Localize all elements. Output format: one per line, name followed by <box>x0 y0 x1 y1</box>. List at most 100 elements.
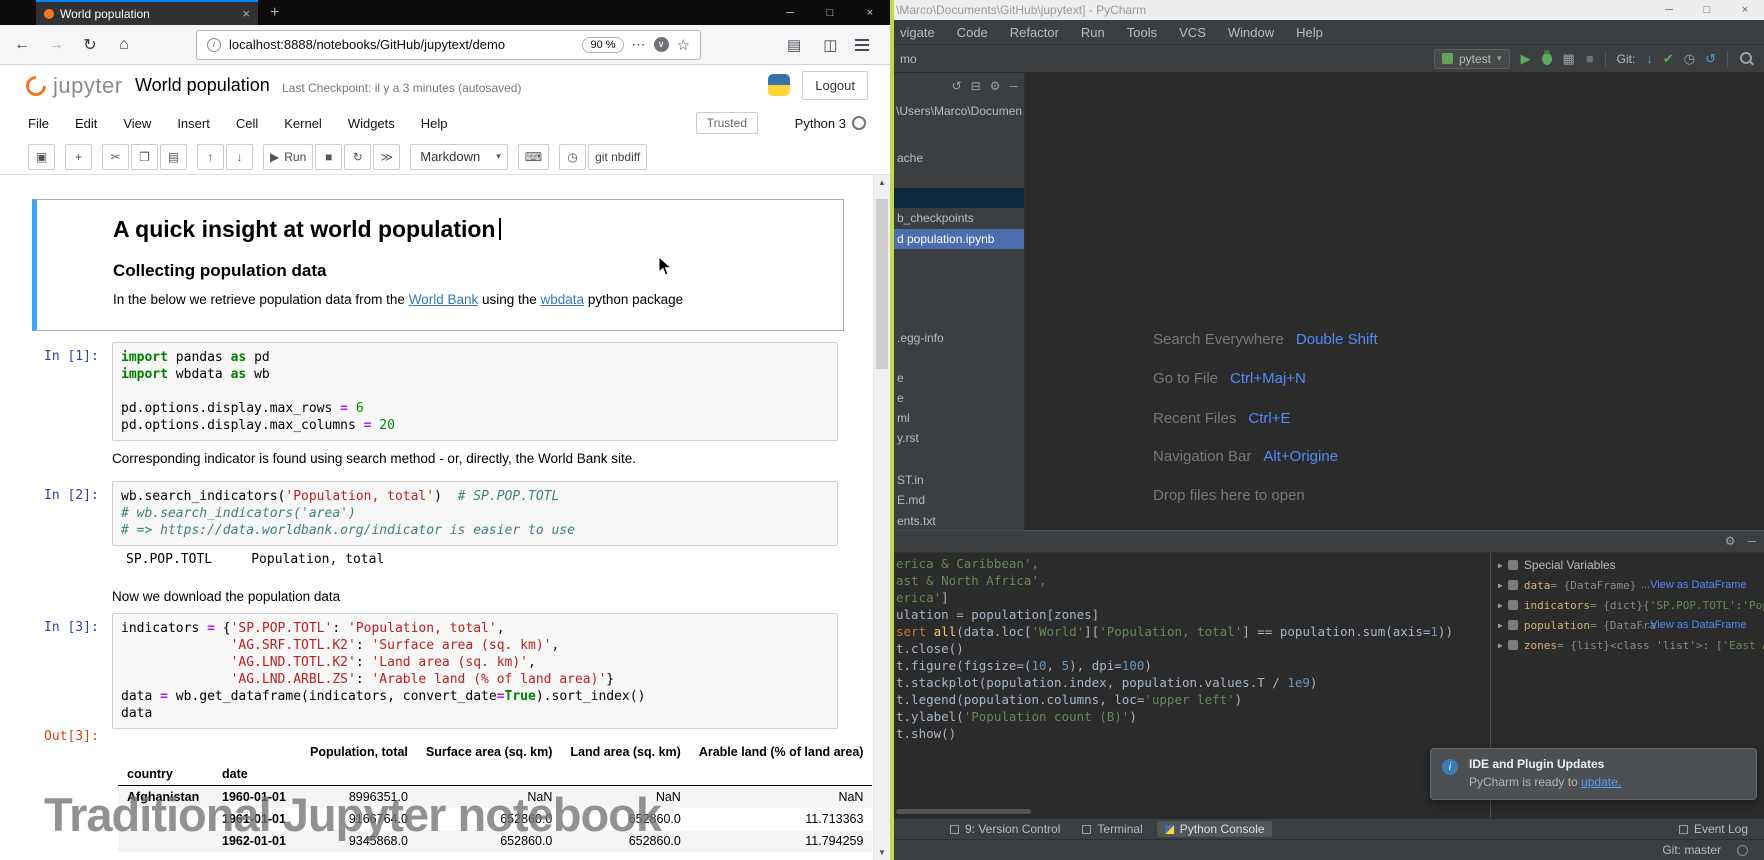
commit-changes-icon[interactable]: ✔ <box>1663 51 1674 67</box>
python-console-output[interactable]: erica & Caribbean',ast & North Africa',e… <box>894 553 1490 818</box>
tool-button-event-log[interactable]: Event Log <box>1671 821 1756 837</box>
project-tree-item[interactable]: b_checkpoints <box>894 208 1024 228</box>
scroll-down-icon[interactable]: ▼ <box>874 845 890 860</box>
project-tree-item[interactable]: .egg-info <box>894 328 1024 348</box>
menu-kernel[interactable]: Kernel <box>284 116 322 131</box>
notebook-area[interactable]: A quick insight at world population Coll… <box>0 175 890 860</box>
scrollbar-thumb[interactable] <box>876 199 888 369</box>
search-everywhere-icon[interactable] <box>1739 51 1754 66</box>
project-tree-item[interactable]: ache <box>894 148 1024 168</box>
project-tree-item[interactable]: ml <box>894 408 1024 428</box>
forward-button[interactable]: → <box>42 31 70 59</box>
code-cell-3[interactable]: indicators = {'SP.POP.TOTL': 'Population… <box>112 613 838 729</box>
notification-popup[interactable]: i IDE and Plugin Updates PyCharm is read… <box>1430 748 1757 800</box>
tab-close-icon[interactable]: × <box>242 6 250 21</box>
update-project-icon[interactable]: ↓ <box>1646 51 1653 66</box>
site-info-icon[interactable]: i <box>207 38 221 52</box>
menu-vigate[interactable]: vigate <box>900 25 935 40</box>
console-hscrollbar-thumb[interactable] <box>896 809 1031 814</box>
view-as-dataframe-link[interactable]: ...View as DataFrame <box>1641 619 1747 631</box>
menu-file[interactable]: File <box>28 116 49 131</box>
menu-insert[interactable]: Insert <box>177 116 210 131</box>
run-configuration-select[interactable]: pytest ▾ <box>1434 49 1510 69</box>
trusted-badge[interactable]: Trusted <box>696 112 758 134</box>
logout-button[interactable]: Logout <box>802 71 868 100</box>
variable-row[interactable]: ▶zones = {list} <class 'list'>: ['East A… <box>1491 635 1764 655</box>
hide-panel-icon[interactable]: ─ <box>1009 79 1018 93</box>
tool-button--version-control[interactable]: 9: Version Control <box>942 821 1068 837</box>
menu-cell[interactable]: Cell <box>236 116 258 131</box>
back-button[interactable]: ← <box>8 31 36 59</box>
menu-refactor[interactable]: Refactor <box>1010 25 1059 40</box>
menu-edit[interactable]: Edit <box>75 116 97 131</box>
notebook-scrollbar[interactable]: ▲ ▼ <box>873 175 890 860</box>
window-close-button[interactable]: × <box>1726 0 1764 20</box>
code-cell-2[interactable]: wb.search_indicators('Population, total'… <box>112 481 838 546</box>
home-button[interactable]: ⌂ <box>110 31 138 59</box>
pocket-icon[interactable]: ∨ <box>654 37 669 52</box>
move-cell-up-button[interactable]: ↑ <box>197 144 224 170</box>
menu-tools[interactable]: Tools <box>1127 25 1157 40</box>
copy-cells-button[interactable]: ❐ <box>131 144 158 170</box>
menu-vcs[interactable]: VCS <box>1179 25 1206 40</box>
expand-arrow-icon[interactable]: ▶ <box>1498 641 1503 650</box>
paste-cells-button[interactable]: ▤ <box>160 144 187 170</box>
project-tree-item[interactable]: y.rst <box>894 428 1024 448</box>
wbdata-link[interactable]: wbdata <box>541 292 585 307</box>
command-palette-button[interactable]: ⌨ <box>518 144 549 170</box>
run-button[interactable]: ▶ <box>1521 51 1531 67</box>
window-minimize-button[interactable]: ─ <box>1650 0 1688 20</box>
menu-hamburger-icon[interactable] <box>855 39 869 51</box>
menu-window[interactable]: Window <box>1228 25 1274 40</box>
notebook-title[interactable]: World population <box>135 75 270 96</box>
library-icon[interactable]: ▤ <box>787 36 801 54</box>
variable-row[interactable]: ▶indicators = {dict} {'SP.POP.TOTL': 'Po… <box>1491 595 1764 615</box>
window-close-button[interactable]: × <box>850 0 890 25</box>
menu-help[interactable]: Help <box>1296 25 1323 40</box>
sidebar-toggle-icon[interactable]: ◫ <box>823 36 837 54</box>
hide-panel-icon[interactable]: ─ <box>1747 534 1756 548</box>
menu-view[interactable]: View <box>123 116 151 131</box>
collapse-all-icon[interactable]: ⊟ <box>971 79 981 93</box>
window-maximize-button[interactable]: □ <box>1688 0 1726 20</box>
move-cell-down-button[interactable]: ↓ <box>226 144 253 170</box>
expand-arrow-icon[interactable]: ▶ <box>1498 581 1503 590</box>
url-bar[interactable]: i localhost:8888/notebooks/GitHub/jupyte… <box>196 30 701 60</box>
menu-run[interactable]: Run <box>1081 25 1105 40</box>
page-actions-icon[interactable]: ⋯ <box>632 36 646 53</box>
expand-arrow-icon[interactable]: ▶ <box>1498 561 1503 570</box>
editor-area[interactable]: Search EverywhereDouble ShiftGo to FileC… <box>1025 73 1764 530</box>
project-tree-item[interactable]: E.md <box>894 490 1024 510</box>
restart-kernel-button[interactable]: ↻ <box>344 144 371 170</box>
project-tree-item[interactable]: ents.txt <box>894 511 1024 530</box>
browser-tab[interactable]: World population × <box>36 0 258 25</box>
stop-button[interactable]: ■ <box>1586 51 1594 66</box>
project-tree-item[interactable]: e <box>894 388 1024 408</box>
rollback-icon[interactable]: ↺ <box>1705 51 1716 67</box>
show-history-icon[interactable]: ◷ <box>1684 51 1695 67</box>
variable-row[interactable]: ▶population = {DataFra...View as DataFra… <box>1491 615 1764 635</box>
run-cell-button[interactable]: ▶Run <box>263 144 313 170</box>
tool-button-terminal[interactable]: Terminal <box>1074 821 1150 837</box>
view-as-dataframe-link[interactable]: ...View as DataFrame <box>1641 579 1747 591</box>
menu-help[interactable]: Help <box>421 116 448 131</box>
git-branch-widget[interactable]: Git: master <box>1662 843 1721 857</box>
navigation-breadcrumb[interactable]: mo <box>900 52 917 66</box>
debug-button[interactable] <box>1542 53 1552 65</box>
cell-type-select[interactable]: Markdown▾ <box>410 144 508 170</box>
tool-button-python-console[interactable]: Python Console <box>1157 821 1273 837</box>
interrupt-kernel-button[interactable]: ■ <box>315 144 342 170</box>
zoom-level-badge[interactable]: 90 % <box>582 37 623 53</box>
reload-button[interactable]: ↻ <box>76 31 104 59</box>
settings-gear-icon[interactable]: ⚙ <box>990 79 1001 93</box>
markdown-cell-selected[interactable]: A quick insight at world population Coll… <box>32 199 844 331</box>
save-button[interactable]: ▣ <box>28 144 55 170</box>
scroll-up-icon[interactable]: ▲ <box>874 175 890 190</box>
new-tab-button[interactable]: + <box>258 0 291 25</box>
checkpoint-clock-button[interactable]: ◷ <box>559 144 586 170</box>
variables-header-row[interactable]: ▶Special Variables <box>1491 555 1764 575</box>
refresh-icon[interactable]: ↺ <box>952 79 962 93</box>
inspection-status-icon[interactable] <box>1737 845 1748 856</box>
jupyter-logo[interactable]: jupyter <box>26 73 123 99</box>
coverage-button[interactable]: ▦ <box>1563 51 1575 67</box>
